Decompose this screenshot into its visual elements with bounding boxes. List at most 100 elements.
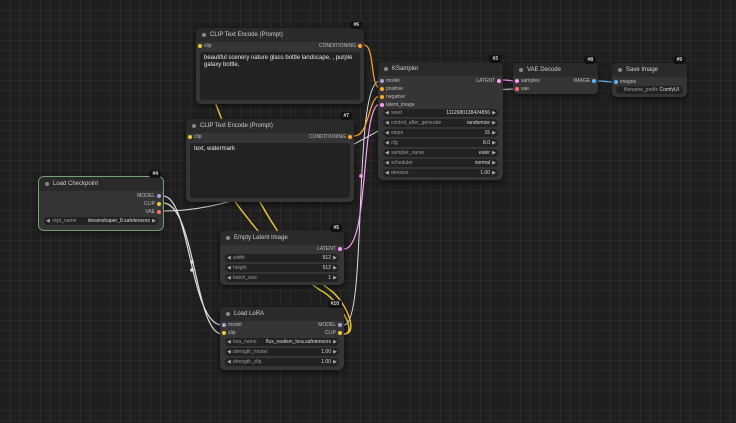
node-header[interactable]: KSampler #3 (378, 55, 503, 76)
collapse-dot-icon[interactable] (45, 182, 49, 186)
increment-arrow-icon[interactable]: ▶ (492, 169, 496, 177)
width-widget[interactable]: ◀ width 512 ▶ (225, 254, 339, 262)
decrement-arrow-icon[interactable]: ◀ (227, 274, 231, 282)
ksampler-node[interactable]: KSampler #3 model positive negative late… (378, 55, 503, 180)
node-title: CLIP Text Encode (Prompt) (210, 32, 283, 38)
decrement-arrow-icon[interactable]: ◀ (227, 254, 231, 262)
increment-arrow-icon[interactable]: ▶ (492, 129, 496, 137)
height-widget[interactable]: ◀ height 512 ▶ (225, 264, 339, 272)
collapse-dot-icon[interactable] (226, 312, 230, 316)
widget-value: euler (478, 150, 490, 156)
decrement-arrow-icon[interactable]: ◀ (227, 264, 231, 272)
widget-label: denoise (391, 170, 409, 176)
widget-label: strength_clip (233, 359, 262, 365)
node-header[interactable]: CLIP Text Encode (Prompt) #7 (186, 112, 354, 133)
increment-arrow-icon[interactable]: ▶ (492, 119, 496, 127)
collapse-dot-icon[interactable] (202, 33, 206, 37)
decrement-arrow-icon[interactable]: ◀ (46, 217, 50, 225)
increment-arrow-icon[interactable]: ▶ (492, 159, 496, 167)
sampler-name-widget[interactable]: ◀ sampler_name euler ▶ (383, 149, 498, 157)
seed-widget[interactable]: ◀ seed 1112680138424856 ▶ (383, 109, 498, 117)
node-title: Load Checkpoint (53, 181, 99, 187)
node-header[interactable]: Load Checkpoint #4 (39, 170, 163, 191)
collapse-dot-icon[interactable] (618, 68, 622, 72)
steps-widget[interactable]: ◀ steps 15 ▶ (383, 129, 498, 137)
clip-output-slot[interactable] (157, 202, 161, 206)
clip-input-slot[interactable] (198, 44, 202, 48)
load-checkpoint-node[interactable]: Load Checkpoint #4 MODEL CLIP VAE ◀ ckpt… (38, 170, 164, 231)
latent-output-slot[interactable] (497, 79, 501, 83)
latent-output-slot[interactable] (338, 247, 342, 251)
input-label-negative: negative (386, 94, 405, 100)
collapse-dot-icon[interactable] (519, 68, 523, 72)
model-input-slot[interactable] (222, 323, 226, 327)
vae-input-slot[interactable] (515, 87, 519, 91)
ckpt-name-widget[interactable]: ◀ ckpt_name dreamshaper_8.safetensors ▶ (44, 217, 158, 225)
increment-arrow-icon[interactable]: ▶ (333, 264, 337, 272)
save-image-node[interactable]: Save Image #9 images filename_prefix Com… (612, 56, 687, 97)
node-header[interactable]: Load LoRA #10 (220, 300, 344, 321)
conditioning-output-slot[interactable] (358, 44, 362, 48)
clip-text-encode-positive-node[interactable]: CLIP Text Encode (Prompt) #6 clip CONDIT… (196, 21, 364, 104)
node-header[interactable]: VAE Decode #8 (513, 56, 598, 77)
samples-input-slot[interactable] (515, 79, 519, 83)
collapse-dot-icon[interactable] (226, 236, 230, 240)
widget-label: width (233, 255, 245, 261)
strength-model-widget[interactable]: ◀ strength_model 1.00 ▶ (225, 348, 339, 356)
increment-arrow-icon[interactable]: ▶ (333, 274, 337, 282)
increment-arrow-icon[interactable]: ▶ (333, 358, 337, 366)
node-header[interactable]: Save Image #9 (612, 56, 687, 77)
strength-clip-widget[interactable]: ◀ strength_clip 1.00 ▶ (225, 358, 339, 366)
negative-input-slot[interactable] (380, 95, 384, 99)
node-header[interactable]: CLIP Text Encode (Prompt) #6 (196, 21, 364, 42)
model-output-slot[interactable] (338, 323, 342, 327)
positive-input-slot[interactable] (380, 87, 384, 91)
image-output-slot[interactable] (592, 79, 596, 83)
scheduler-widget[interactable]: ◀ scheduler normal ▶ (383, 159, 498, 167)
decrement-arrow-icon[interactable]: ◀ (385, 159, 389, 167)
clip-text-encode-negative-node[interactable]: CLIP Text Encode (Prompt) #7 clip CONDIT… (186, 112, 354, 202)
control-after-generate-widget[interactable]: ◀ control_after_generate randomize ▶ (383, 119, 498, 127)
prompt-textarea[interactable]: beautiful scenery nature glass bottle la… (200, 52, 360, 100)
empty-latent-image-node[interactable]: Empty Latent Image #5 LATENT ◀ width 512… (220, 224, 344, 285)
collapse-dot-icon[interactable] (192, 124, 196, 128)
clip-input-slot[interactable] (188, 135, 192, 139)
decrement-arrow-icon[interactable]: ◀ (385, 109, 389, 117)
clip-output-slot[interactable] (338, 331, 342, 335)
increment-arrow-icon[interactable]: ▶ (492, 109, 496, 117)
increment-arrow-icon[interactable]: ▶ (492, 149, 496, 157)
increment-arrow-icon[interactable]: ▶ (333, 254, 337, 262)
load-lora-node[interactable]: Load LoRA #10 model clip MODEL CLIP ◀ lo… (220, 300, 344, 370)
increment-arrow-icon[interactable]: ▶ (333, 338, 337, 346)
widget-label: steps (391, 130, 403, 136)
increment-arrow-icon[interactable]: ▶ (152, 217, 156, 225)
model-input-slot[interactable] (380, 79, 384, 83)
decrement-arrow-icon[interactable]: ◀ (385, 139, 389, 147)
batch-size-widget[interactable]: ◀ batch_size 1 ▶ (225, 274, 339, 282)
cfg-widget[interactable]: ◀ cfg 8.0 ▶ (383, 139, 498, 147)
filename-prefix-widget[interactable]: filename_prefix ComfyUI (616, 86, 683, 94)
decrement-arrow-icon[interactable]: ◀ (385, 169, 389, 177)
lora-name-widget[interactable]: ◀ lora_name flux_realism_lora.safetensor… (225, 338, 339, 346)
images-input-slot[interactable] (614, 80, 618, 84)
conditioning-output-slot[interactable] (348, 135, 352, 139)
latent-input-slot[interactable] (380, 103, 384, 107)
model-output-slot[interactable] (157, 194, 161, 198)
collapse-dot-icon[interactable] (384, 67, 388, 71)
denoise-widget[interactable]: ◀ denoise 1.00 ▶ (383, 169, 498, 177)
decrement-arrow-icon[interactable]: ◀ (385, 119, 389, 127)
vae-output-slot[interactable] (157, 210, 161, 214)
clip-input-slot[interactable] (222, 331, 226, 335)
increment-arrow-icon[interactable]: ▶ (333, 348, 337, 356)
widget-value: flux_realism_lora.safetensors (265, 339, 331, 345)
vae-decode-node[interactable]: VAE Decode #8 samples vae IMAGE (513, 56, 598, 94)
increment-arrow-icon[interactable]: ▶ (492, 139, 496, 147)
node-header[interactable]: Empty Latent Image #5 (220, 224, 344, 245)
prompt-textarea[interactable]: text, watermark (190, 143, 350, 198)
decrement-arrow-icon[interactable]: ◀ (227, 358, 231, 366)
input-label-latent: latent_image (386, 102, 415, 108)
decrement-arrow-icon[interactable]: ◀ (227, 348, 231, 356)
decrement-arrow-icon[interactable]: ◀ (385, 149, 389, 157)
decrement-arrow-icon[interactable]: ◀ (385, 129, 389, 137)
decrement-arrow-icon[interactable]: ◀ (227, 338, 231, 346)
